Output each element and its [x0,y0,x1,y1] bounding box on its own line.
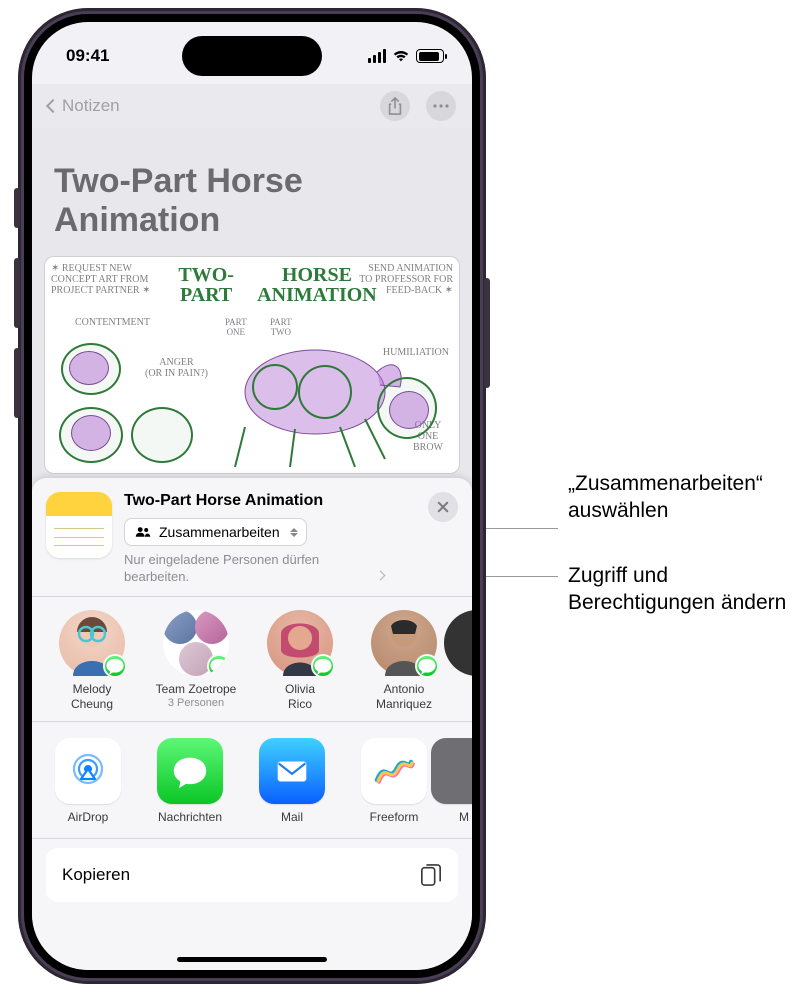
app-item-messages[interactable]: Nachrichten [148,738,232,824]
airdrop-icon [55,738,121,804]
collab-label: Zusammenarbeiten [159,524,280,540]
status-time: 09:41 [66,46,109,66]
messages-icon [157,738,223,804]
callout-select-collaborate: „Zusammenarbeiten“ auswählen [568,470,798,525]
avatar [163,610,229,676]
sketch-label: ✶ REQUEST NEW CONCEPT ART FROM PROJECT P… [51,263,171,296]
notes-navbar: Notizen [32,84,472,128]
permissions-text: Nur eingeladene Personen dürfen bearbeit… [124,552,371,586]
dynamic-island [182,36,322,76]
app-item[interactable]: M [454,738,472,824]
app-label: Mail [281,810,303,824]
battery-icon [416,49,444,63]
contact-name: Melody Cheung [71,682,113,711]
sketch-label: CONTENTMENT [75,317,150,328]
more-button[interactable] [426,91,456,121]
avatar [371,610,437,676]
app-label: AirDrop [68,810,109,824]
app-label: Freeform [370,810,419,824]
messages-badge-icon [311,654,335,678]
sketch-label: SEND ANIMATION TO PROFESSOR FOR FEED-BAC… [353,263,453,296]
share-button[interactable] [380,91,410,121]
contact-item[interactable]: Olivia Rico [254,610,346,711]
share-sheet: Two-Part Horse Animation Zusammenarbeite… [32,478,472,970]
contact-item[interactable]: Melody Cheung [46,610,138,711]
people-icon [135,526,151,538]
messages-badge-icon [415,654,439,678]
app-label: M [459,810,469,824]
share-contacts-row[interactable]: Melody Cheung Team Zoetrope 3 Perso [32,596,472,721]
chevron-back-icon [46,99,60,113]
note-title: Two-Part Horse Animation [54,162,450,240]
collaborate-mode-selector[interactable]: Zusammenarbeiten [124,518,307,546]
back-button[interactable]: Notizen [48,96,120,116]
sketch-label: ANGER (OR IN PAIN?) [145,357,208,379]
copy-icon [420,862,442,888]
note-drawing[interactable]: TWO-PART HORSEANIMATION ✶ REQUEST NEW CO… [44,256,460,474]
sketch-title: TWO-PART [178,265,234,305]
contact-item[interactable]: Antonio Manriquez [358,610,450,711]
messages-badge-icon [207,654,229,676]
share-permissions-button[interactable]: Nur eingeladene Personen dürfen bearbeit… [124,552,384,586]
app-item-airdrop[interactable]: AirDrop [46,738,130,824]
share-sheet-title: Two-Part Horse Animation [124,492,458,510]
contact-item[interactable]: P [462,610,472,711]
contact-name: Team Zoetrope [156,682,237,696]
avatar [267,610,333,676]
home-indicator[interactable] [177,957,327,962]
share-icon [387,97,403,115]
copy-action[interactable]: Kopieren [46,848,458,902]
contact-subtitle: 3 Personen [168,697,224,709]
app-item-freeform[interactable]: Freeform [352,738,436,824]
phone-frame: 09:41 Notizen [18,8,486,984]
messages-badge-icon [103,654,127,678]
stepper-icon [290,528,298,537]
wifi-icon [392,49,410,63]
mail-icon [259,738,325,804]
copy-label: Kopieren [62,865,130,885]
close-icon [437,501,449,513]
callout-change-permissions: Zugriff und Berechtigungen ändern [568,562,798,617]
avatar [59,610,125,676]
app-label: Nachrichten [158,810,222,824]
cellular-icon [368,49,386,63]
chevron-right-icon [376,571,386,581]
contact-item[interactable]: Team Zoetrope 3 Personen [150,610,242,711]
back-label: Notizen [62,96,120,116]
ellipsis-icon [432,103,450,109]
contact-name: Antonio Manriquez [376,682,432,711]
freeform-icon [361,738,427,804]
notes-app-icon [46,492,112,558]
contact-name: Olivia Rico [285,682,315,711]
app-item-mail[interactable]: Mail [250,738,334,824]
close-share-sheet-button[interactable] [428,492,458,522]
share-apps-row[interactable]: AirDrop Nachrichten Mail [32,722,472,838]
